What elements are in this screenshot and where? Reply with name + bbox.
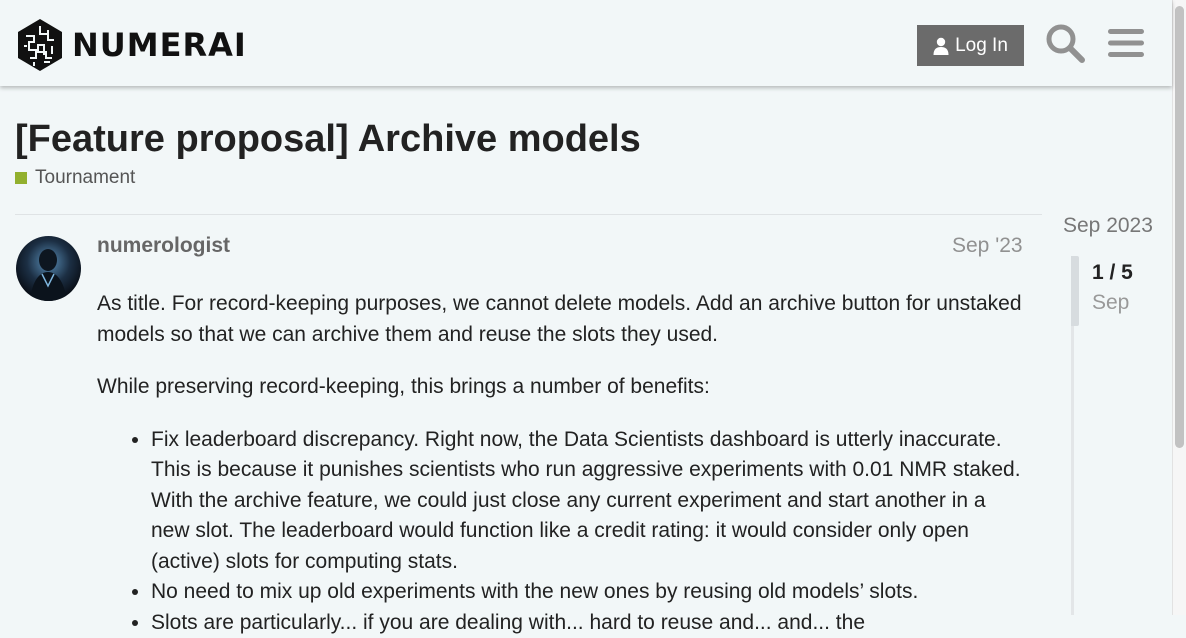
topic-divider (15, 214, 1042, 215)
topic-title[interactable]: [Feature proposal] Archive models (15, 118, 641, 161)
avatar-image (16, 236, 81, 301)
hamburger-menu-icon (1108, 27, 1144, 59)
user-icon (933, 37, 949, 55)
brand-name: NUMERAI (72, 26, 247, 64)
login-button[interactable]: Log In (917, 25, 1024, 66)
scrollbar-thumb[interactable] (1175, 6, 1184, 448)
menu-button[interactable] (1105, 22, 1147, 64)
post-username[interactable]: numerologist (97, 234, 230, 258)
post-date[interactable]: Sep '23 (952, 234, 1023, 258)
category-color-swatch (15, 172, 27, 184)
post-paragraph: While preserving record-keeping, this br… (97, 372, 1027, 403)
timeline-position: 1 / 5 (1092, 261, 1133, 285)
category-label: Tournament (35, 167, 135, 189)
timeline-month: Sep (1092, 291, 1129, 315)
numerai-logo-icon (16, 18, 64, 72)
list-item: No need to mix up old experiments with t… (151, 577, 1027, 608)
search-button[interactable] (1044, 22, 1086, 64)
post-paragraph: As title. For record-keeping purposes, w… (97, 289, 1027, 350)
login-label: Log In (955, 35, 1008, 57)
post-body: As title. For record-keeping purposes, w… (97, 289, 1027, 638)
list-item: Fix leaderboard discrepancy. Right now, … (151, 425, 1027, 578)
page-scrollbar[interactable] (1172, 0, 1186, 615)
site-header: NUMERAI Log In (0, 0, 1172, 86)
search-icon (1045, 23, 1085, 63)
timeline-handle[interactable] (1071, 256, 1079, 326)
user-avatar[interactable] (16, 236, 81, 301)
benefits-list: Fix leaderboard discrepancy. Right now, … (97, 425, 1027, 638)
list-item: Slots are particularly... if you are dea… (151, 608, 1027, 638)
site-logo[interactable]: NUMERAI (16, 18, 247, 72)
timeline-start-date[interactable]: Sep 2023 (1063, 214, 1153, 238)
category-badge[interactable]: Tournament (15, 167, 135, 189)
